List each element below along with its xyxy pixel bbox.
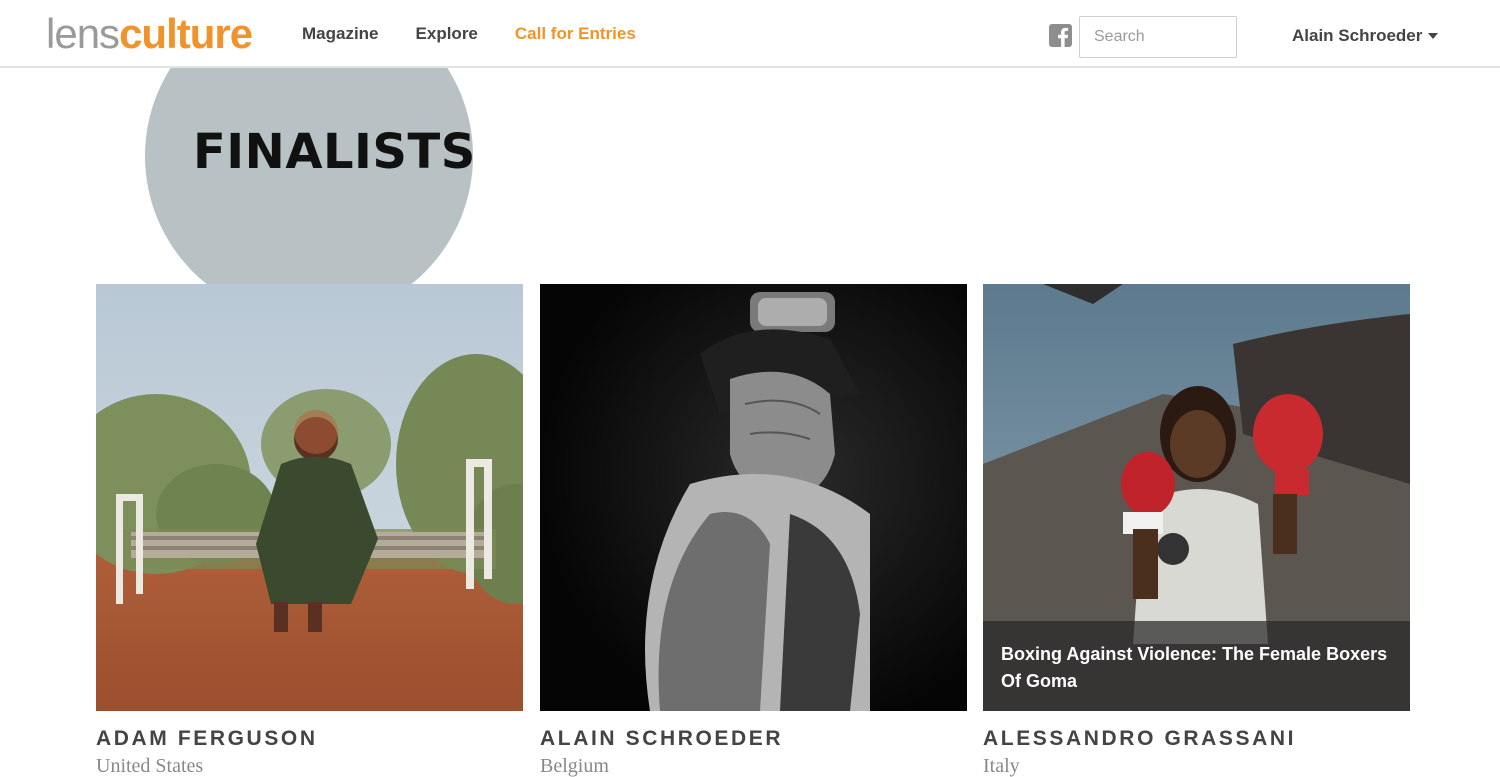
main-nav: Magazine Explore Call for Entries	[302, 0, 673, 68]
finalist-country: United States	[96, 755, 204, 777]
finalist-card: Boxing Against Violence: The Female Boxe…	[983, 284, 1410, 777]
caret-down-icon	[1428, 33, 1439, 39]
finalist-name[interactable]: ALAIN SCHROEDER	[540, 727, 967, 751]
finalist-photo[interactable]	[96, 284, 523, 711]
finalist-photo[interactable]: Boxing Against Violence: The Female Boxe…	[983, 284, 1410, 711]
finalist-name[interactable]: ALESSANDRO GRASSANI	[983, 727, 1410, 751]
user-name: Alain Schroeder	[1292, 26, 1423, 45]
top-navigation-bar: lensculture Magazine Explore Call for En…	[0, 0, 1500, 68]
logo-text-lens: lens	[46, 10, 120, 57]
lensculture-logo[interactable]: lensculture	[46, 10, 253, 58]
user-account-menu[interactable]: Alain Schroeder	[1292, 24, 1439, 48]
search-input[interactable]	[1079, 16, 1237, 58]
logo-text-culture: culture	[119, 10, 253, 57]
nav-link-magazine[interactable]: Magazine	[302, 24, 379, 44]
nav-link-explore[interactable]: Explore	[416, 24, 478, 44]
finalist-name[interactable]: ADAM FERGUSON	[96, 727, 523, 751]
section-title: FINALISTS	[193, 124, 476, 180]
finalist-country: Belgium	[540, 755, 609, 777]
finalist-card: ALAIN SCHROEDER Belgium	[540, 284, 967, 777]
facebook-icon[interactable]	[1049, 24, 1072, 47]
finalist-country: Italy	[983, 755, 1020, 777]
finalist-card: ADAM FERGUSON United States	[96, 284, 523, 777]
finalist-photo[interactable]	[540, 284, 967, 711]
photo-caption[interactable]: Boxing Against Violence: The Female Boxe…	[983, 621, 1410, 711]
nav-link-call-for-entries[interactable]: Call for Entries	[515, 24, 636, 44]
